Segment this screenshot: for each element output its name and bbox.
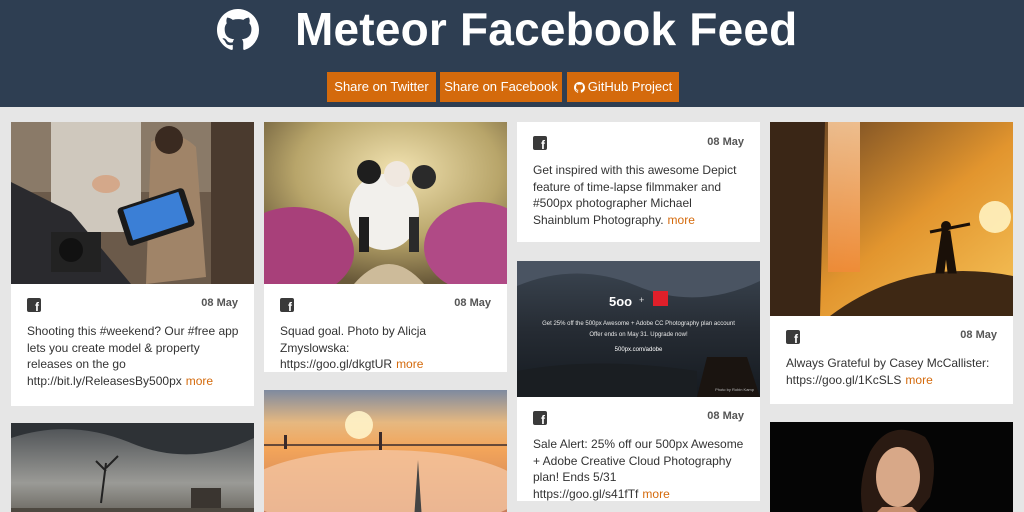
github-project-label: GitHub Project [587, 79, 673, 94]
facebook-square-icon: f [533, 411, 547, 426]
share-facebook-label: Share on Facebook [444, 79, 558, 94]
post-image[interactable] [11, 423, 254, 512]
post-card[interactable]: f 08 May Always Grateful by Casey McCall… [770, 122, 1013, 404]
post-date: 08 May [201, 297, 238, 309]
facebook-square-icon: f [786, 330, 800, 345]
post-card[interactable]: f 08 May Squad goal. Photo by Alicja Zmy… [264, 122, 507, 372]
post-text: Sale Alert: 25% off our 500px Awesome + … [533, 436, 748, 501]
post-date: 08 May [707, 410, 744, 422]
more-link[interactable]: more [642, 487, 669, 501]
post-text: Always Grateful by Casey McCallister: ht… [786, 355, 1001, 388]
post-text: Squad goal. Photo by Alicja Zmyslowska: … [280, 323, 495, 372]
more-link[interactable]: more [668, 213, 695, 227]
github-logo-icon[interactable] [217, 9, 259, 51]
post-card[interactable]: f 08 May Shooting this #weekend? Our #fr… [11, 122, 254, 406]
post-card[interactable] [770, 422, 1013, 512]
post-date: 08 May [960, 329, 997, 341]
post-text-body: Get inspired with this awesome Depict fe… [533, 163, 737, 227]
post-image[interactable] [770, 122, 1013, 316]
github-project-button[interactable]: GitHub Project [567, 72, 679, 102]
post-date: 08 May [454, 297, 491, 309]
share-twitter-button[interactable]: Share on Twitter [327, 72, 436, 102]
facebook-square-icon: f [280, 298, 294, 313]
post-card[interactable] [264, 390, 507, 512]
more-link[interactable]: more [396, 357, 423, 371]
ad-line-2: Offer ends on May 31. Upgrade now! [589, 332, 688, 338]
more-link[interactable]: more [186, 374, 213, 388]
post-card[interactable] [11, 423, 254, 512]
post-text-body: Always Grateful by Casey McCallister: ht… [786, 356, 990, 387]
page-title: Meteor Facebook Feed [295, 3, 798, 55]
post-image[interactable] [770, 422, 1013, 512]
plus-sign: + [639, 295, 645, 305]
more-link[interactable]: more [905, 373, 932, 387]
share-facebook-button[interactable]: Share on Facebook [440, 72, 562, 102]
photo-credit: Photo by Robin Kamp [715, 387, 754, 392]
post-card[interactable]: 5oo + Get 25% off the 500px Awesome + Ad… [517, 261, 760, 501]
post-text-body: Sale Alert: 25% off our 500px Awesome + … [533, 437, 744, 501]
post-image[interactable] [264, 390, 507, 512]
post-image[interactable] [264, 122, 507, 284]
500px-logo: 5oo [609, 294, 633, 309]
ad-line-1: Get 25% off the 500px Awesome + Adobe CC… [542, 321, 735, 327]
share-twitter-label: Share on Twitter [334, 79, 429, 94]
post-card[interactable]: f 08 May Get inspired with this awesome … [517, 122, 760, 242]
facebook-square-icon: f [533, 136, 547, 151]
ad-url: 500px.com/adobe [614, 347, 663, 353]
facebook-square-icon: f [27, 298, 41, 313]
github-icon [573, 82, 585, 93]
ad-image[interactable]: 5oo + Get 25% off the 500px Awesome + Ad… [517, 261, 760, 397]
post-text: Get inspired with this awesome Depict fe… [533, 162, 748, 228]
post-date: 08 May [707, 136, 744, 148]
header: Meteor Facebook Feed Share on Twitter Sh… [0, 0, 1024, 107]
post-text: Shooting this #weekend? Our #free app le… [27, 323, 242, 389]
post-image[interactable] [11, 122, 254, 284]
